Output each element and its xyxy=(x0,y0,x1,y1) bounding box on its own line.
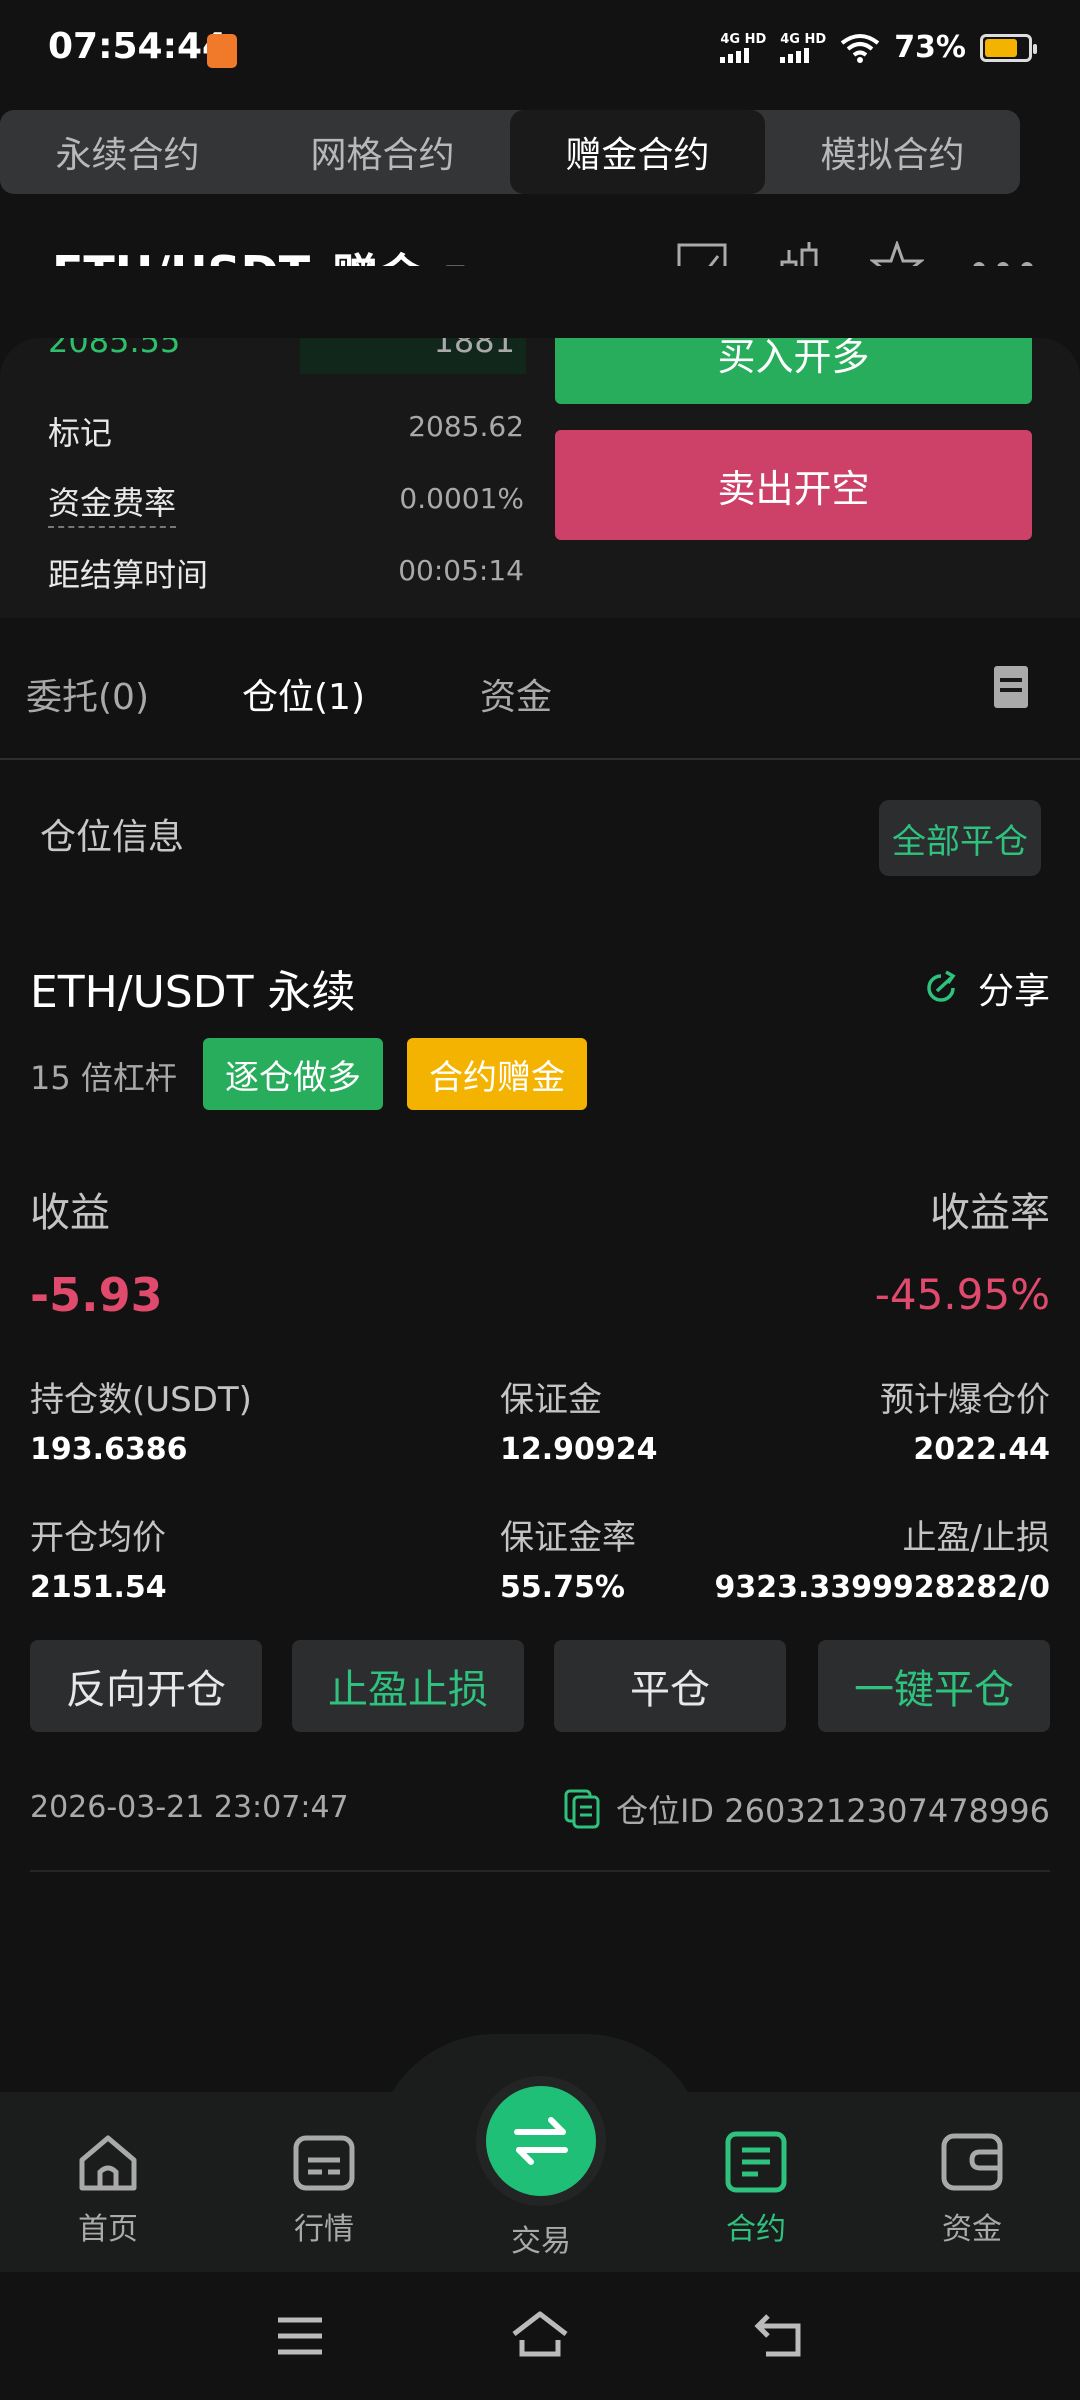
tab-positions[interactable]: 仓位(1) xyxy=(242,668,365,720)
position-info-title: 仓位信息 xyxy=(40,817,185,858)
tpsl-label: 止盈/止损 xyxy=(902,1518,1050,1558)
tpsl-button[interactable]: 止盈止损 xyxy=(292,1640,524,1732)
status-time: 07:54:44 xyxy=(48,26,228,67)
menu-icon[interactable] xyxy=(276,2316,324,2356)
close-all-button[interactable]: 全部平仓 xyxy=(879,800,1041,876)
tab-demo[interactable]: 模拟合约 xyxy=(765,110,1020,194)
close-position-button[interactable]: 平仓 xyxy=(554,1640,786,1732)
network-label: 4G HD xyxy=(780,31,827,47)
contract-icon xyxy=(725,2131,787,2193)
battery-icon xyxy=(980,33,1037,62)
settle-time-value: 00:05:14 xyxy=(398,554,524,587)
position-timestamp: 2026-03-21 23:07:47 xyxy=(30,1790,349,1825)
entry-price-label: 开仓均价 xyxy=(30,1518,166,1558)
back-icon[interactable] xyxy=(754,2312,804,2358)
tab-orders[interactable]: 委托(0) xyxy=(26,668,149,720)
nav-trade-label[interactable]: 交易 xyxy=(486,2216,596,2260)
position-id[interactable]: 仓位ID 2603212307478996 xyxy=(564,1786,1050,1832)
tpsl-value: 9323.3399928282/0 xyxy=(714,1570,1050,1605)
bonus-badge: 合约赠金 xyxy=(407,1038,587,1110)
market-icon xyxy=(293,2135,355,2191)
size-value: 193.6386 xyxy=(30,1432,188,1467)
sell-short-button[interactable]: 卖出开空 xyxy=(555,430,1032,540)
funding-rate-value: 0.0001% xyxy=(399,482,524,515)
roi-label: 收益率 xyxy=(930,1190,1050,1236)
nav-market[interactable]: 行情 xyxy=(244,2130,404,2248)
tab-assets[interactable]: 资金 xyxy=(480,668,552,720)
home-icon xyxy=(79,2135,137,2191)
header-mask-2 xyxy=(0,266,1080,338)
card-divider xyxy=(30,1870,1050,1872)
entry-price-value: 2151.54 xyxy=(30,1570,167,1605)
profit-value: -5.93 xyxy=(30,1268,163,1322)
reverse-open-button[interactable]: 反向开仓 xyxy=(30,1640,262,1732)
position-pair-title: ETH/USDT 永续 xyxy=(30,967,356,1018)
nav-assets[interactable]: 资金 xyxy=(892,2130,1052,2248)
network-indicator-1: 4G HD xyxy=(720,31,767,63)
share-button[interactable]: 分享 xyxy=(922,962,1050,1014)
nav-home-label: 首页 xyxy=(78,2212,138,2247)
funding-rate-label[interactable]: 资金费率 xyxy=(48,478,177,528)
nav-contract[interactable]: 合约 xyxy=(676,2130,836,2248)
one-click-close-button[interactable]: 一键平仓 xyxy=(818,1640,1050,1732)
share-label: 分享 xyxy=(977,971,1050,1012)
network-indicator-2: 4G HD xyxy=(780,31,827,63)
network-label: 4G HD xyxy=(720,31,767,47)
app-notification-icon xyxy=(207,34,237,68)
wifi-icon xyxy=(840,33,880,63)
nav-market-label: 行情 xyxy=(294,2212,354,2247)
nav-home[interactable]: 首页 xyxy=(28,2130,188,2248)
signal-icon xyxy=(720,47,750,63)
tab-bonus[interactable]: 赠金合约 xyxy=(510,110,765,194)
nav-contract-label: 合约 xyxy=(726,2212,786,2247)
swap-arrows-icon xyxy=(514,2117,568,2165)
signal-icon xyxy=(780,47,810,63)
contract-type-tabs: 永续合约 网格合约 赠金合约 模拟合约 xyxy=(0,110,1020,194)
mark-price-label: 标记 xyxy=(48,414,113,452)
size-label: 持仓数(USDT) xyxy=(30,1380,252,1420)
margin-rate-label: 保证金率 xyxy=(500,1518,636,1558)
status-indicators: 4G HD 4G HD 73% xyxy=(720,30,1037,65)
section-divider xyxy=(0,758,1080,760)
liq-price-label: 预计爆仓价 xyxy=(880,1380,1050,1420)
settle-time-label: 距结算时间 xyxy=(48,556,209,594)
tab-grid[interactable]: 网格合约 xyxy=(255,110,510,194)
margin-label: 保证金 xyxy=(500,1380,602,1420)
profit-label: 收益 xyxy=(30,1190,110,1236)
tab-perpetual[interactable]: 永续合约 xyxy=(0,110,255,194)
nav-assets-label: 资金 xyxy=(942,2212,1002,2247)
share-icon xyxy=(927,970,956,1002)
isolated-long-badge: 逐仓做多 xyxy=(203,1038,383,1110)
copy-icon[interactable] xyxy=(564,1789,600,1829)
margin-value: 12.90924 xyxy=(500,1432,658,1467)
leverage-label: 15 倍杠杆 xyxy=(30,1059,177,1097)
trade-button[interactable] xyxy=(486,2086,596,2196)
battery-percent: 73% xyxy=(894,30,966,65)
liq-price-value: 2022.44 xyxy=(913,1432,1050,1467)
wallet-icon xyxy=(941,2133,1003,2191)
records-icon[interactable] xyxy=(994,666,1028,708)
mark-price-value: 2085.62 xyxy=(408,410,524,443)
system-home-icon[interactable] xyxy=(510,2310,570,2360)
roi-value: -45.95% xyxy=(874,1270,1050,1319)
position-id-text: 仓位ID 2603212307478996 xyxy=(615,1792,1050,1830)
margin-rate-value: 55.75% xyxy=(500,1570,625,1605)
